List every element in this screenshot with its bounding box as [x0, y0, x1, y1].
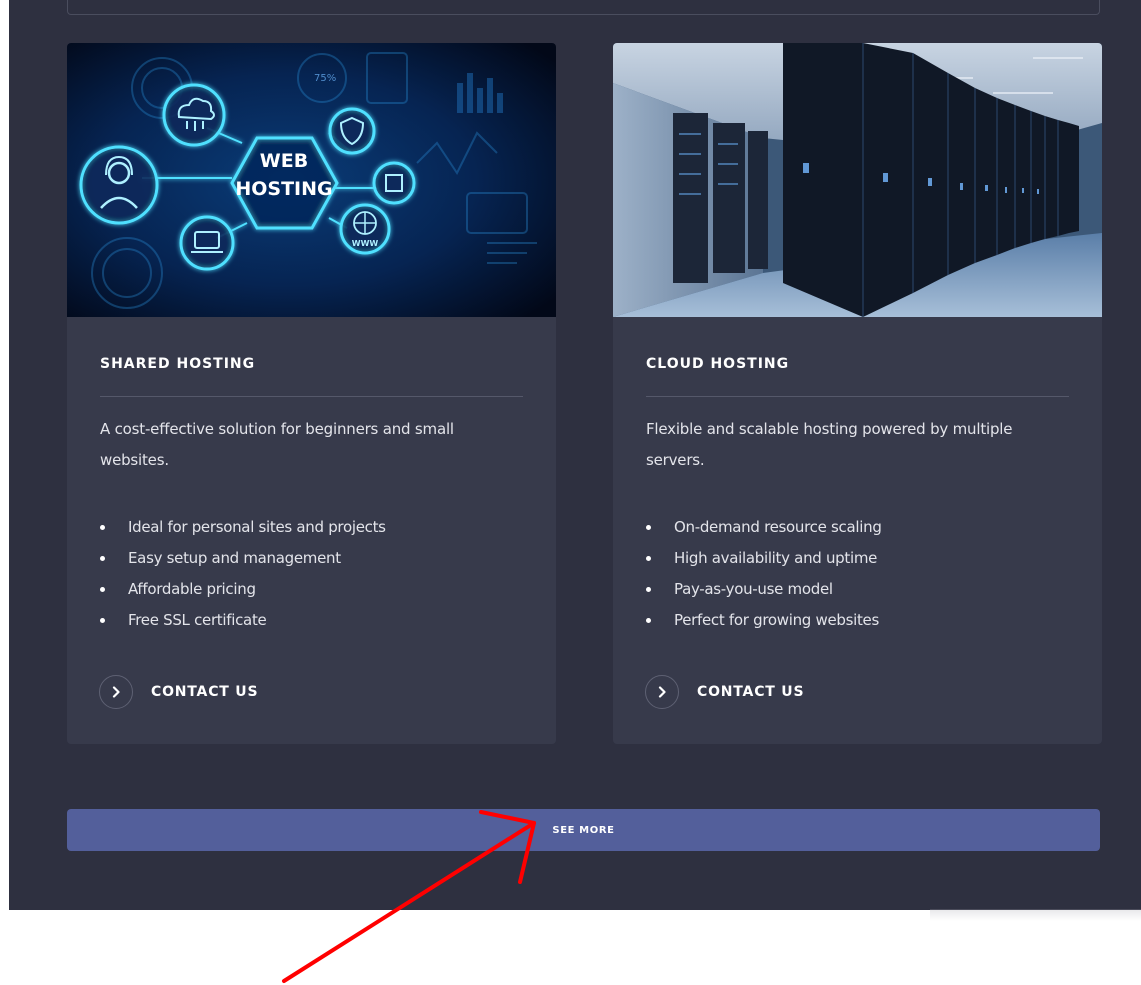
card-description: A cost-effective solution for beginners …	[100, 420, 454, 469]
shared-hosting-card: 75% WEB HOSTING WWW SHARED HOSTING A cos…	[67, 43, 556, 744]
card-title: CLOUD HOSTING	[646, 356, 790, 372]
panel-edge-shadow	[930, 909, 1141, 921]
shield-icon	[328, 107, 376, 155]
globe-icon: WWW	[339, 203, 391, 255]
feature-list: Ideal for personal sites and projects Ea…	[100, 512, 523, 636]
www-label: WWW	[352, 239, 379, 248]
support-agent-icon	[79, 145, 159, 225]
laptop-icon	[179, 215, 235, 271]
feature-item: Affordable pricing	[100, 574, 523, 605]
percent-readout: 75%	[314, 73, 336, 84]
server-room-photo	[613, 43, 1102, 317]
feature-list: On-demand resource scaling High availabi…	[646, 512, 1069, 636]
see-more-label: SEE MORE	[552, 824, 615, 836]
cloud-hosting-card: CLOUD HOSTING Flexible and scalable host…	[613, 43, 1102, 744]
previous-block-edge	[67, 0, 1100, 15]
feature-item: On-demand resource scaling	[646, 512, 1069, 543]
contact-us-button[interactable]: CONTACT US	[645, 675, 804, 709]
feature-item: Pay-as-you-use model	[646, 574, 1069, 605]
see-more-button[interactable]: SEE MORE	[67, 809, 1100, 851]
chevron-right-icon	[645, 675, 679, 709]
feature-item: Easy setup and management	[100, 543, 523, 574]
card-divider	[646, 396, 1069, 397]
cloud-icon	[162, 83, 226, 147]
card-divider	[100, 396, 523, 397]
contact-us-button[interactable]: CONTACT US	[99, 675, 258, 709]
chip-icon	[372, 161, 416, 205]
feature-item: Free SSL certificate	[100, 605, 523, 636]
web-label: WEB	[260, 150, 308, 172]
chevron-right-icon	[99, 675, 133, 709]
contact-us-label: CONTACT US	[697, 684, 805, 700]
feature-item: High availability and uptime	[646, 543, 1069, 574]
web-hosting-illustration: 75% WEB HOSTING WWW	[67, 43, 556, 317]
feature-item: Perfect for growing websites	[646, 605, 1069, 636]
contact-us-label: CONTACT US	[151, 684, 259, 700]
feature-item: Ideal for personal sites and projects	[100, 512, 523, 543]
hosting-label: HOSTING	[235, 178, 332, 200]
card-description: Flexible and scalable hosting powered by…	[646, 420, 1013, 469]
card-title: SHARED HOSTING	[100, 356, 256, 372]
